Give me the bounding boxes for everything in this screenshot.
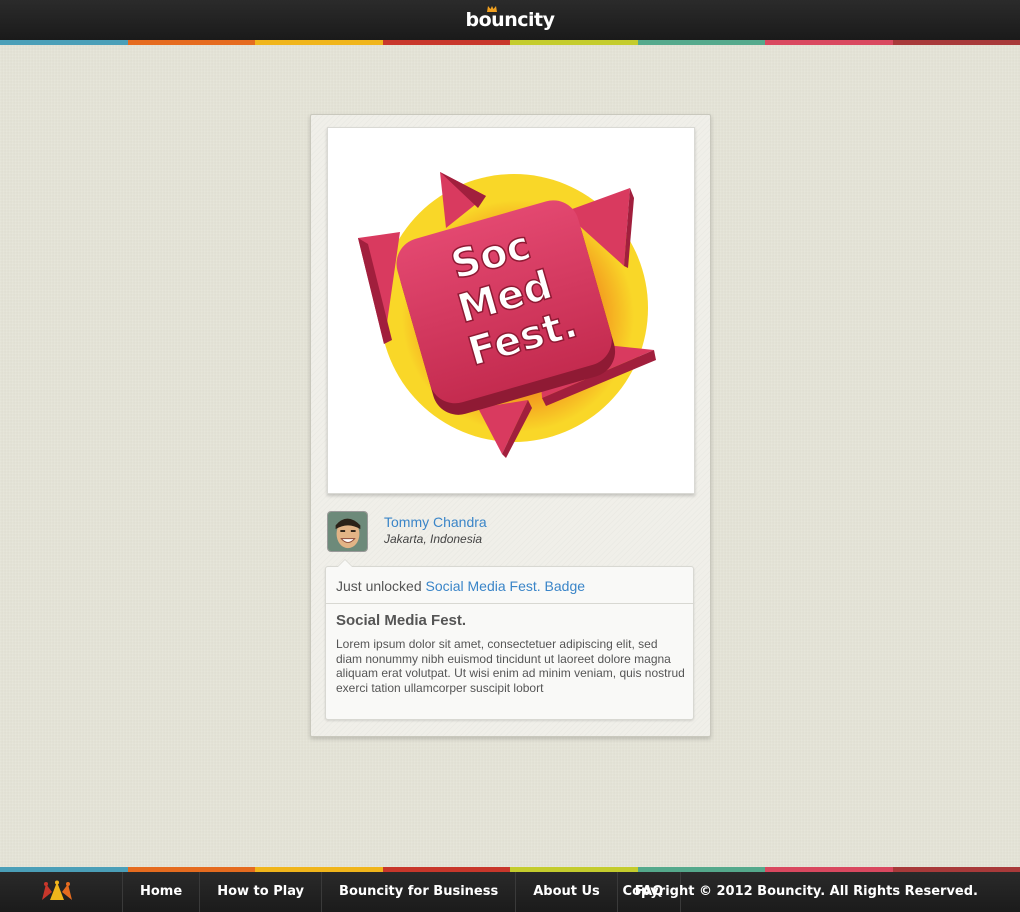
activity-header: Just unlocked Social Media Fest. Badge [326, 567, 693, 604]
badge-card: Soc Med Fest. Tommy Chandra Jakarta, Ind… [310, 114, 711, 737]
crown-logo-icon[interactable] [40, 880, 74, 902]
stripe-segment [765, 40, 893, 45]
stripe-segment [0, 40, 128, 45]
activity-title: Social Media Fest. [336, 612, 467, 629]
footer-nav: Home How to Play Bouncity for Business A… [122, 872, 682, 912]
socmed-fest-badge-image: Soc Med Fest. [358, 172, 656, 458]
top-bar: bouncity [0, 0, 1020, 40]
logo-text: bouncity [465, 9, 555, 31]
badge-image-frame: Soc Med Fest. [327, 127, 695, 494]
copyright-text: Copyright © 2012 Bouncity. All Rights Re… [622, 884, 978, 899]
footer-link-how-to-play[interactable]: How to Play [199, 872, 321, 912]
user-location: Jakarta, Indonesia [384, 532, 483, 546]
crown-icon [487, 6, 497, 12]
stripe-segment [255, 40, 383, 45]
activity-box: Just unlocked Social Media Fest. Badge S… [325, 559, 694, 720]
footer-link-home[interactable]: Home [122, 872, 199, 912]
stripe-segment [892, 40, 1020, 45]
activity-description: Lorem ipsum dolor sit amet, consectetuer… [336, 637, 685, 695]
color-stripe-top [0, 40, 1020, 45]
header-logo[interactable]: bouncity [0, 0, 1020, 40]
stripe-segment [637, 40, 765, 45]
stripe-segment [382, 40, 510, 45]
footer-link-about-us[interactable]: About Us [515, 872, 617, 912]
activity-prefix: Just unlocked [336, 578, 422, 594]
user-info: Tommy Chandra Jakarta, Indonesia [327, 511, 695, 553]
footer: Home How to Play Bouncity for Business A… [0, 872, 1020, 912]
badge-link[interactable]: Social Media Fest. Badge [426, 578, 586, 594]
stripe-segment [127, 40, 255, 45]
footer-link-business[interactable]: Bouncity for Business [321, 872, 515, 912]
stripe-segment [510, 40, 638, 45]
avatar[interactable] [327, 511, 368, 552]
avatar-face-icon [328, 512, 367, 551]
user-name-link[interactable]: Tommy Chandra [384, 514, 487, 530]
